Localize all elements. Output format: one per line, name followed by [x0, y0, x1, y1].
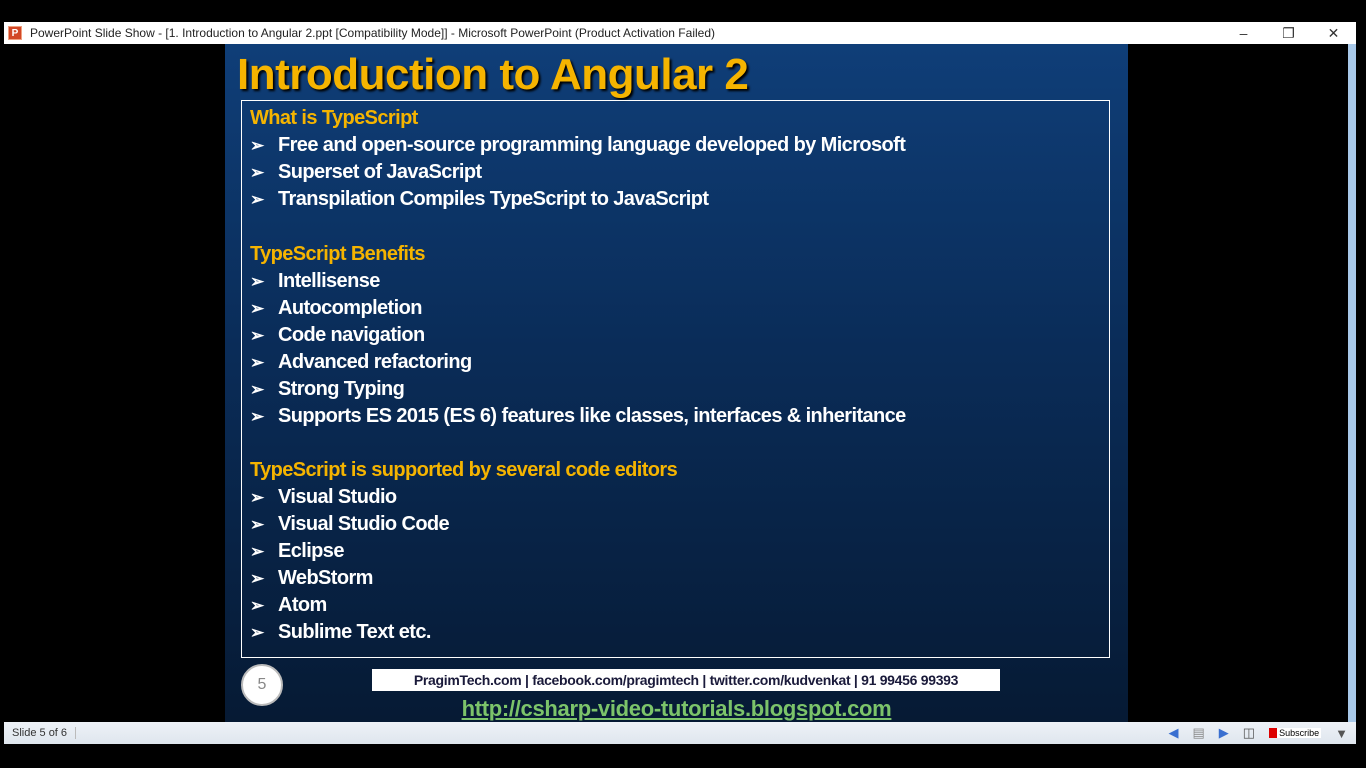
minimize-button[interactable]: –: [1221, 25, 1266, 41]
window-title: PowerPoint Slide Show - [1. Introduction…: [30, 26, 715, 40]
bullet-item: ➢ Eclipse: [250, 538, 1101, 565]
content-box: What is TypeScript ➢ Free and open-source …: [241, 100, 1110, 658]
bullet-text: Free and open-source programming languag…: [278, 134, 906, 156]
bullet-text: WebStorm: [278, 567, 373, 589]
slideshow-icon[interactable]: ▼: [1335, 726, 1348, 741]
contact-info: PragimTech.com | facebook.com/pragimtech…: [372, 669, 1000, 691]
section-heading: TypeScript Benefits: [250, 242, 426, 265]
bullet-item: ➢ Transpilation Compiles TypeScript to Ja…: [250, 186, 1101, 213]
bullet-item: ➢ Superset of JavaScript: [250, 159, 1101, 186]
arrow-bullet-icon: ➢: [250, 136, 264, 155]
next-slide-icon[interactable]: ▶: [1219, 725, 1229, 741]
previous-slide-icon[interactable]: ◀: [1169, 725, 1179, 741]
arrow-bullet-icon: ➢: [250, 190, 264, 209]
bullet-text: Advanced refactoring: [278, 350, 472, 373]
bullet-item: ➢ Sublime Text etc.: [250, 619, 1101, 646]
bullet-item: ➢ Visual Studio: [250, 484, 1101, 511]
bullet-item: ➢ Autocompletion: [250, 295, 1101, 322]
blog-link[interactable]: http://csharp-video-tutorials.blogspot.c…: [225, 696, 1128, 722]
bullet-text: Transpilation Compiles TypeScript to Jav…: [278, 188, 709, 210]
bullet-text: Sublime Text etc.: [278, 621, 431, 643]
bullet-text: Intellisense: [278, 269, 380, 292]
slide-title: Introduction to Angular 2: [237, 50, 749, 99]
arrow-bullet-icon: ➢: [250, 406, 264, 426]
bullet-item: ➢ Code navigation: [250, 322, 1101, 349]
arrow-bullet-icon: ➢: [250, 623, 264, 642]
arrow-bullet-icon: ➢: [250, 542, 264, 561]
bullet-text: Visual Studio Code: [278, 513, 450, 535]
powerpoint-icon: P: [8, 26, 22, 40]
bullet-text: Superset of JavaScript: [278, 161, 482, 183]
bullet-text: Eclipse: [278, 540, 344, 562]
bullet-text: Code navigation: [278, 323, 425, 346]
notes-icon[interactable]: ▤: [1193, 725, 1205, 741]
bullet-text: Autocompletion: [278, 296, 422, 319]
arrow-bullet-icon: ➢: [250, 298, 264, 318]
normal-view-icon[interactable]: ◫: [1243, 725, 1255, 741]
slide[interactable]: Introduction to Angular 2 What is TypeSc…: [225, 44, 1128, 722]
arrow-bullet-icon: ➢: [250, 352, 264, 372]
section-heading: TypeScript is supported by several code …: [250, 459, 678, 481]
title-bar: P PowerPoint Slide Show - [1. Introducti…: [4, 22, 1356, 44]
close-button[interactable]: ✕: [1311, 25, 1356, 42]
bullet-text: Visual Studio: [278, 486, 397, 508]
status-bar: Slide 5 of 6 ◀ ▤ ▶ ◫ Subscribe ▼: [4, 722, 1356, 744]
arrow-bullet-icon: ➢: [250, 515, 264, 534]
arrow-bullet-icon: ➢: [250, 271, 264, 291]
bullet-item: ➢ Intellisense: [250, 268, 1101, 295]
bullet-item: ➢ WebStorm: [250, 565, 1101, 592]
arrow-bullet-icon: ➢: [250, 569, 264, 588]
section-heading: What is TypeScript: [250, 107, 418, 129]
arrow-bullet-icon: ➢: [250, 596, 264, 615]
bullet-text: Strong Typing: [278, 377, 405, 400]
arrow-bullet-icon: ➢: [250, 488, 264, 507]
arrow-bullet-icon: ➢: [250, 325, 264, 345]
bullet-item: ➢ Advanced refactoring: [250, 349, 1101, 376]
bullet-text: Supports ES 2015 (ES 6) features like cl…: [278, 404, 906, 427]
arrow-bullet-icon: ➢: [250, 379, 264, 399]
scrollbar[interactable]: [1348, 44, 1356, 722]
bullet-item: ➢ Strong Typing: [250, 376, 1101, 403]
arrow-bullet-icon: ➢: [250, 163, 264, 182]
bullet-text: Atom: [278, 594, 327, 616]
bullet-item: ➢ Visual Studio Code: [250, 511, 1101, 538]
bullet-item: ➢ Free and open-source programming langua…: [250, 132, 1101, 159]
slide-indicator: Slide 5 of 6: [4, 727, 77, 739]
subscribe-badge[interactable]: Subscribe: [1269, 728, 1322, 738]
restore-button[interactable]: ❐: [1266, 25, 1311, 42]
bullet-item: ➢ Atom: [250, 592, 1101, 619]
bullet-item: ➢ Supports ES 2015 (ES 6) features like c…: [250, 403, 1101, 430]
